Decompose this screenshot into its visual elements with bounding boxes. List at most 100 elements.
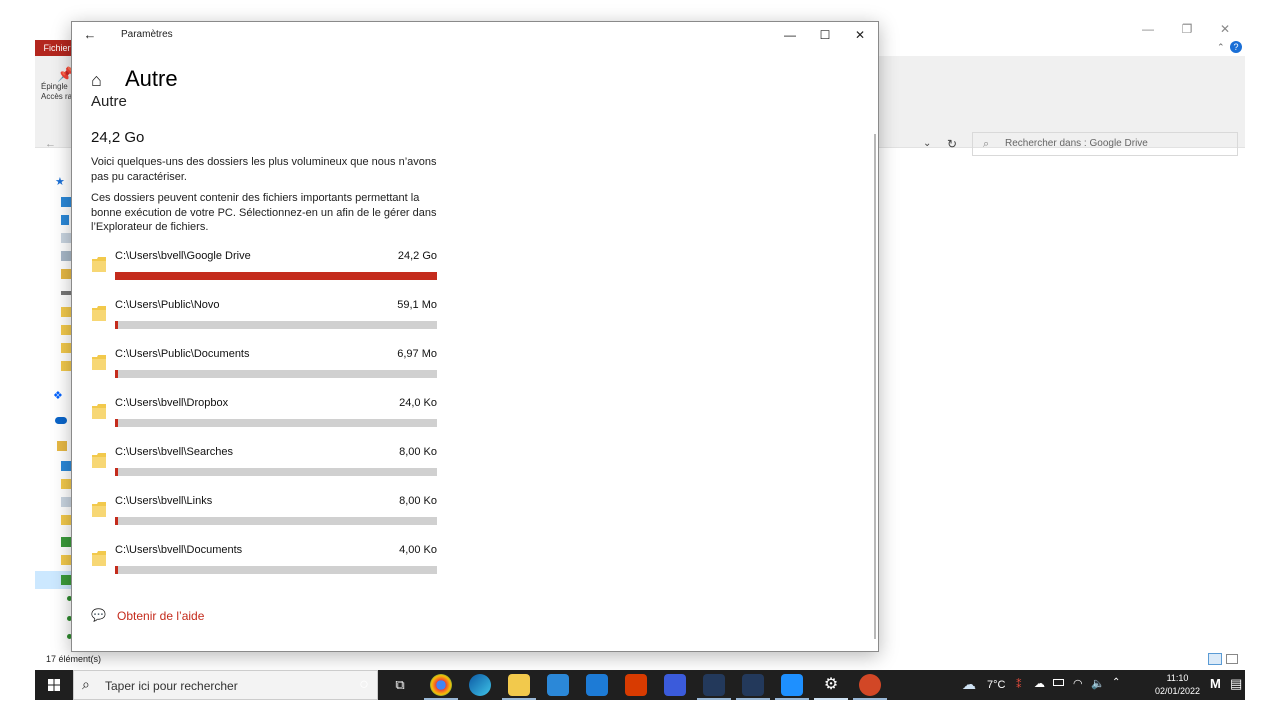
app-icon[interactable]: [664, 674, 686, 696]
quick-access-star-icon[interactable]: ★: [55, 175, 65, 188]
app-tray-icon[interactable]: ⁑: [1016, 678, 1022, 691]
folder-icon[interactable]: [61, 555, 71, 565]
desktop-icon[interactable]: [61, 461, 71, 471]
folder-row[interactable]: C:\Users\bvell\Dropbox 24,0 Ko: [87, 394, 442, 439]
chevron-up-icon[interactable]: ⌃: [1112, 677, 1120, 688]
folder-icon: [92, 404, 106, 419]
large-icons-view-icon[interactable]: [1226, 654, 1238, 664]
chrome-icon[interactable]: [430, 674, 452, 696]
running-indicator: [424, 698, 458, 700]
mail-icon[interactable]: [586, 674, 608, 696]
drive-icon[interactable]: [61, 291, 71, 295]
onedrive-icon[interactable]: [55, 417, 67, 424]
folder-row[interactable]: C:\Users\bvell\Google Drive 24,2 Go: [87, 247, 442, 292]
google-drive-icon[interactable]: [61, 537, 71, 547]
usage-bar-fill: [115, 566, 119, 574]
folder-icon[interactable]: [61, 325, 71, 335]
folder-icon: [92, 502, 106, 517]
notifications-icon[interactable]: ▤: [1230, 676, 1242, 692]
taskbar: ⌕ Taper ici pour rechercher ○ ⧉ ⚙ ☁ 7°C …: [35, 670, 1245, 700]
usage-bar: [115, 321, 437, 329]
volume-icon[interactable]: 🔈: [1091, 677, 1105, 690]
usage-bar: [115, 272, 437, 280]
folder-icon: [92, 257, 106, 272]
documents-icon[interactable]: [61, 233, 71, 243]
profile-badge-icon[interactable]: M: [1210, 676, 1221, 691]
scrollbar[interactable]: [874, 134, 876, 639]
powerpoint-icon[interactable]: [859, 674, 881, 696]
refresh-icon[interactable]: ↻: [947, 137, 957, 151]
cloud-tray-icon[interactable]: ☁: [1034, 677, 1045, 690]
pictures-icon[interactable]: [61, 251, 71, 261]
folder-row[interactable]: C:\Users\bvell\Links 8,00 Ko: [87, 492, 442, 537]
folder-path: C:\Users\bvell\Searches: [115, 446, 233, 458]
usage-bar: [115, 566, 437, 574]
file-explorer-icon[interactable]: [508, 674, 530, 696]
folder-icon[interactable]: [61, 307, 71, 317]
desktop-icon[interactable]: [61, 197, 71, 207]
folder-row[interactable]: C:\Users\bvell\Documents 4,00 Ko: [87, 541, 442, 586]
edge-icon[interactable]: [469, 674, 491, 696]
system-tray: ☁ 7°C ⁑ ☁ ◠ 🔈 ⌃ 11:10 02/01/2022 M ▤: [960, 670, 1245, 700]
battery-icon[interactable]: [1053, 679, 1064, 686]
help-icon[interactable]: ?: [1230, 41, 1242, 53]
task-view-icon[interactable]: ⧉: [389, 674, 411, 696]
taskbar-search-input[interactable]: ⌕ Taper ici pour rechercher: [73, 670, 378, 700]
folder-list: C:\Users\bvell\Google Drive 24,2 Go C:\U…: [87, 247, 447, 583]
folder-size: 24,0 Ko: [399, 397, 437, 409]
folder-icon[interactable]: [61, 479, 71, 489]
usage-bar-fill: [115, 272, 437, 280]
nav-back-icon[interactable]: ←: [45, 138, 56, 150]
folder-icon[interactable]: [61, 515, 71, 525]
folder-row[interactable]: C:\Users\Public\Novo 59,1 Mo: [87, 296, 442, 341]
restore-icon[interactable]: ❐: [1177, 22, 1197, 36]
folder-row[interactable]: C:\Users\bvell\Searches 8,00 Ko: [87, 443, 442, 488]
folder-size: 6,97 Mo: [397, 348, 437, 360]
folder-icon[interactable]: [61, 343, 71, 353]
running-indicator: [502, 698, 536, 700]
downloads-icon[interactable]: [61, 215, 69, 225]
taskbar-search-placeholder: Taper ici pour rechercher: [105, 679, 238, 693]
close-icon[interactable]: ✕: [1215, 22, 1235, 36]
weather-cloud-icon[interactable]: ☁: [962, 676, 976, 693]
chat-help-icon: 💬: [91, 608, 106, 622]
google-drive-icon[interactable]: [61, 575, 71, 585]
app-icon[interactable]: [703, 674, 725, 696]
maximize-button[interactable]: ☐: [810, 25, 840, 45]
temperature[interactable]: 7°C: [987, 679, 1005, 691]
wifi-icon[interactable]: ◠: [1073, 677, 1083, 690]
folder-path: C:\Users\Public\Novo: [115, 299, 220, 311]
window-title: Paramètres: [121, 29, 173, 40]
folder-icon[interactable]: [61, 361, 71, 371]
folder-path: C:\Users\bvell\Dropbox: [115, 397, 229, 409]
drive-icon[interactable]: [61, 269, 71, 279]
home-icon[interactable]: ⌂: [91, 70, 102, 91]
search-icon: ⌕: [983, 138, 990, 150]
store-icon[interactable]: [547, 674, 569, 696]
office-icon[interactable]: [625, 674, 647, 696]
minimize-icon[interactable]: —: [1138, 22, 1158, 36]
running-indicator: [814, 698, 848, 700]
documents-icon[interactable]: [61, 497, 71, 507]
back-arrow-icon[interactable]: ←: [80, 25, 100, 45]
collapse-ribbon-icon[interactable]: ⌃: [1217, 42, 1225, 53]
folder-size: 24,2 Go: [397, 250, 437, 262]
close-button[interactable]: ✕: [845, 25, 875, 45]
clock-date[interactable]: 02/01/2022: [1150, 686, 1205, 696]
clock-time[interactable]: 11:10: [1150, 673, 1205, 683]
start-button[interactable]: [35, 670, 73, 700]
minimize-button[interactable]: —: [775, 25, 805, 45]
cortana-icon[interactable]: ○: [353, 674, 375, 696]
usage-bar-fill: [115, 370, 119, 378]
app-icon[interactable]: [742, 674, 764, 696]
folder-icon: [92, 453, 106, 468]
folder-row[interactable]: C:\Users\Public\Documents 6,97 Mo: [87, 345, 442, 390]
chevron-down-icon[interactable]: ⌄: [923, 138, 931, 149]
explorer-search-input[interactable]: ⌕ Rechercher dans : Google Drive: [972, 132, 1238, 156]
usage-bar: [115, 419, 437, 427]
dropbox-icon[interactable]: ❖: [53, 389, 63, 402]
settings-icon[interactable]: ⚙: [820, 674, 842, 696]
photos-icon[interactable]: [781, 674, 803, 696]
details-view-icon[interactable]: [1208, 653, 1222, 665]
user-icon[interactable]: [57, 441, 67, 451]
